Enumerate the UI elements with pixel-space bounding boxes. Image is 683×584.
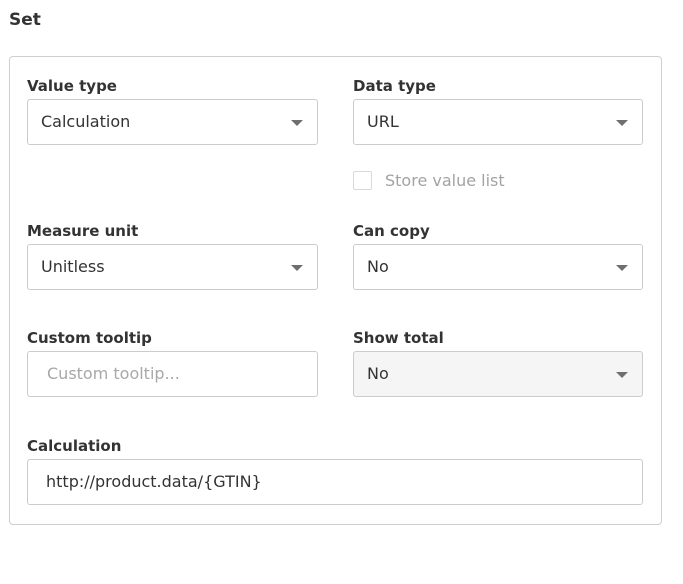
chevron-down-icon [616, 265, 628, 271]
data-type-label: Data type [353, 77, 436, 95]
value-type-select[interactable]: Calculation [27, 99, 318, 145]
custom-tooltip-input[interactable]: Custom tooltip... [27, 351, 318, 397]
data-type-value: URL [367, 112, 399, 131]
calculation-value: http://product.data/{GTIN} [46, 472, 262, 491]
show-total-label: Show total [353, 329, 444, 347]
measure-unit-value: Unitless [41, 257, 105, 276]
section-title: Set [9, 10, 41, 30]
chevron-down-icon [291, 120, 303, 126]
set-page: Set Value type Calculation Data type URL… [0, 0, 683, 584]
measure-unit-select[interactable]: Unitless [27, 244, 318, 290]
store-value-list-label: Store value list [385, 171, 505, 190]
chevron-down-icon [616, 372, 628, 378]
calculation-label: Calculation [27, 437, 122, 455]
can-copy-select[interactable]: No [353, 244, 643, 290]
data-type-select[interactable]: URL [353, 99, 643, 145]
value-type-value: Calculation [41, 112, 131, 131]
chevron-down-icon [616, 120, 628, 126]
show-total-value: No [367, 364, 389, 383]
custom-tooltip-placeholder: Custom tooltip... [47, 364, 180, 383]
measure-unit-label: Measure unit [27, 222, 139, 240]
can-copy-value: No [367, 257, 389, 276]
can-copy-label: Can copy [353, 222, 430, 240]
value-type-label: Value type [27, 77, 117, 95]
calculation-input[interactable]: http://product.data/{GTIN} [27, 459, 643, 505]
chevron-down-icon [291, 265, 303, 271]
custom-tooltip-label: Custom tooltip [27, 329, 152, 347]
show-total-select[interactable]: No [353, 351, 643, 397]
store-value-list-checkbox[interactable] [353, 171, 372, 190]
